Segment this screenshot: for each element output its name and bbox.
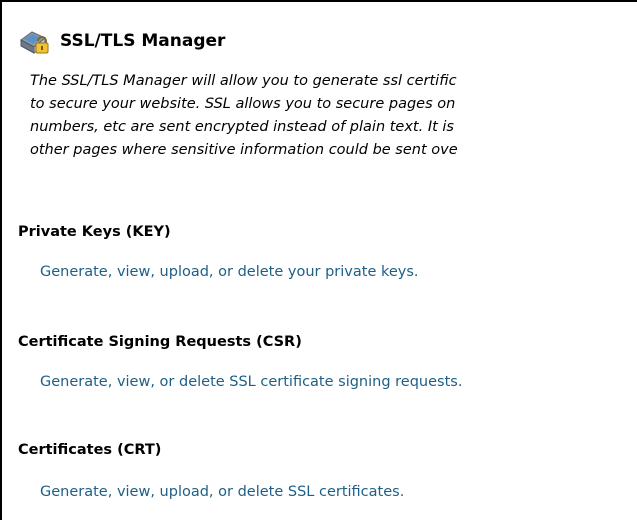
page-title: SSL/TLS Manager — [60, 31, 226, 51]
certificates-link[interactable]: Generate, view, upload, or delete SSL ce… — [40, 484, 404, 500]
intro-line: numbers, etc are sent encrypted instead … — [30, 119, 454, 135]
ssl-lock-icon — [18, 26, 52, 56]
private-keys-link[interactable]: Generate, view, upload, or delete your p… — [40, 264, 419, 280]
csr-link[interactable]: Generate, view, or delete SSL certificat… — [40, 374, 462, 390]
intro-description: The SSL/TLS Manager will allow you to ge… — [30, 70, 637, 162]
intro-line: to secure your website. SSL allows you t… — [30, 96, 456, 112]
section-heading-csr: Certificate Signing Requests (CSR) — [18, 334, 302, 350]
intro-line: other pages where sensitive information … — [30, 142, 458, 158]
section-heading-certificates: Certificates (CRT) — [18, 442, 162, 458]
section-heading-private-keys: Private Keys (KEY) — [18, 224, 171, 240]
ssl-manager-panel: SSL/TLS Manager The SSL/TLS Manager will… — [0, 0, 637, 520]
intro-line: The SSL/TLS Manager will allow you to ge… — [30, 73, 457, 89]
page-header: SSL/TLS Manager — [18, 26, 225, 56]
